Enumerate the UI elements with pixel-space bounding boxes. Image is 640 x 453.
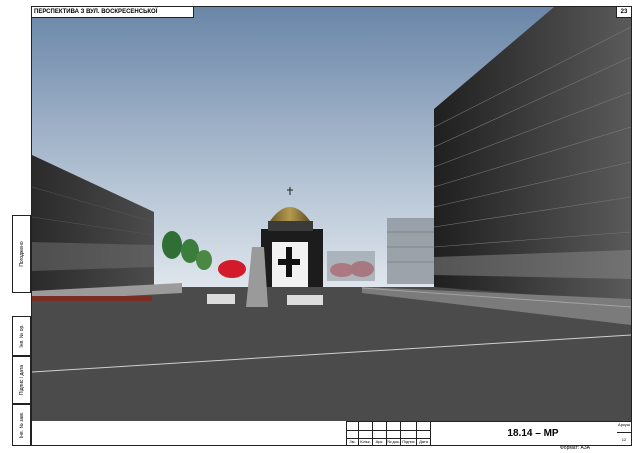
sheet-frame	[31, 6, 632, 446]
stamp-cell	[359, 430, 373, 438]
stamp-cell	[401, 430, 417, 438]
stamp-header-docno: № док.	[387, 438, 401, 446]
stamp-header-qty: Кільк.	[359, 438, 373, 446]
stamp-sheet-label: Аркуш	[617, 422, 632, 432]
side-inv-no: Інв. № ор.	[12, 316, 31, 356]
stamp-cell	[417, 430, 431, 438]
side-sign-date-label: Підпис і дата	[18, 364, 25, 396]
stamp-header-change: Зм.	[347, 438, 359, 446]
side-agreed: Погоджено	[12, 215, 31, 293]
stamp-sheet-value: 12	[617, 432, 632, 446]
stamp-cell	[417, 422, 431, 430]
side-sign-date: Підпис і дата	[12, 356, 31, 404]
stamp-cell	[401, 422, 417, 430]
stamp-cell	[347, 422, 359, 430]
side-agreed-label: Погоджено	[18, 241, 25, 267]
document-code: 18.14 – МР	[507, 428, 559, 439]
stamp-cell	[347, 430, 359, 438]
side-replace-inv: Інв. № зам.	[12, 404, 31, 446]
drawing-sheet: ПЕРСПЕКТИВА З ВУЛ. ВОСКРЕСЕНСЬКОЇ 23 Пог…	[0, 0, 640, 453]
stamp-header-sheet: Арк.	[373, 438, 387, 446]
stamp-cell	[387, 422, 401, 430]
sheet-title: ПЕРСПЕКТИВА З ВУЛ. ВОСКРЕСЕНСЬКОЇ	[32, 7, 194, 18]
stamp-cell	[373, 430, 387, 438]
stamp-header-date: Дата	[417, 438, 431, 446]
sheet-number: 23	[616, 7, 631, 18]
sheet-format: Формат: А3А	[560, 445, 590, 451]
stamp-cell	[373, 422, 387, 430]
stamp-cell	[359, 422, 373, 430]
stamp-cell	[387, 430, 401, 438]
stamp-header-sign: Підпис	[401, 438, 417, 446]
side-replace-inv-label: Інв. № зам.	[18, 411, 25, 439]
side-inv-no-label: Інв. № ор.	[18, 324, 25, 348]
